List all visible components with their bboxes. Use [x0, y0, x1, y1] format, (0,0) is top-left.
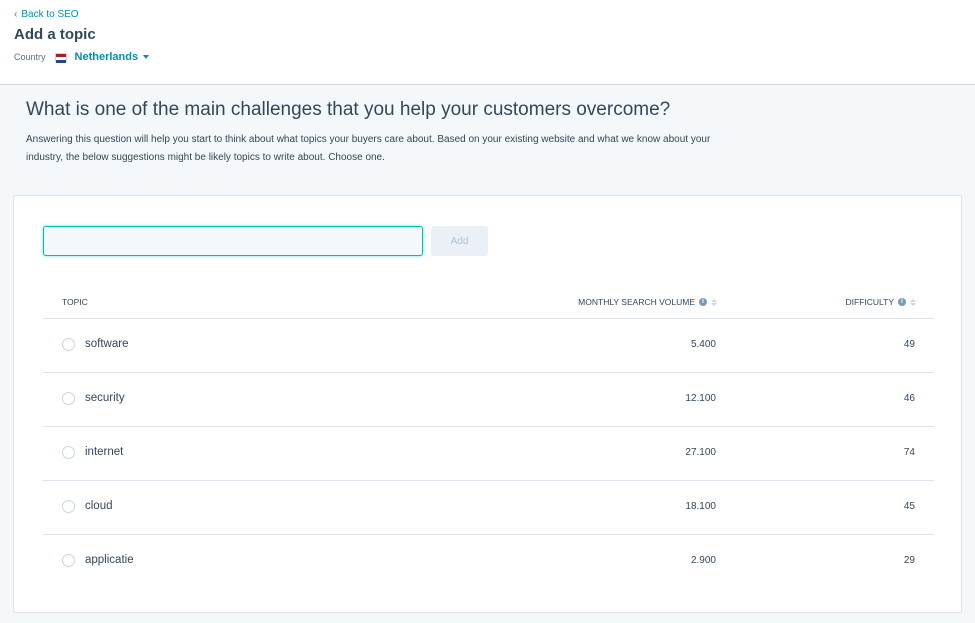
topic-name: software — [85, 338, 129, 350]
table-row[interactable]: security 12.100 46 — [43, 373, 934, 427]
table-row[interactable]: cloud 18.100 45 — [43, 481, 934, 535]
difficulty-score: 49 — [903, 339, 915, 350]
radio-icon[interactable] — [62, 500, 75, 513]
page-title: Add a topic — [14, 26, 96, 43]
caret-down-icon — [143, 55, 150, 59]
table-row[interactable]: applicatie 2.900 29 — [43, 535, 934, 588]
topics-table: TOPIC MONTHLY SEARCH VOLUME i DIFFICULTY… — [43, 286, 934, 588]
search-volume: 12.100 — [685, 393, 716, 404]
table-row[interactable]: software 5.400 49 — [43, 319, 934, 373]
difficulty-score: 45 — [903, 501, 915, 512]
back-link-label: Back to SEO — [21, 9, 79, 20]
country-dropdown[interactable]: Netherlands — [75, 51, 150, 63]
radio-icon[interactable] — [62, 338, 75, 351]
sort-icon[interactable] — [711, 298, 717, 306]
country-value: Netherlands — [74, 51, 139, 63]
search-volume: 5.400 — [690, 339, 716, 350]
topic-name: security — [85, 392, 125, 404]
topic-name: cloud — [85, 500, 113, 512]
question-heading: What is one of the main challenges that … — [26, 99, 671, 120]
info-icon[interactable]: i — [699, 298, 707, 306]
difficulty-score: 29 — [903, 555, 915, 566]
column-header-volume-label: MONTHLY SEARCH VOLUME — [578, 297, 695, 307]
column-header-difficulty[interactable]: DIFFICULTY i — [846, 297, 916, 307]
search-volume: 18.100 — [685, 501, 716, 512]
info-icon[interactable]: i — [898, 298, 906, 306]
search-volume: 27.100 — [685, 447, 716, 458]
difficulty-score: 74 — [903, 447, 915, 458]
topic-name: internet — [85, 446, 124, 458]
question-description: Answering this question will help you st… — [26, 134, 711, 163]
search-volume: 2.900 — [690, 555, 716, 566]
chevron-left-icon: ‹ — [14, 8, 18, 20]
difficulty-score: 46 — [903, 393, 915, 404]
country-label: Country — [14, 52, 46, 62]
topic-input[interactable] — [43, 226, 423, 256]
netherlands-flag-icon — [54, 52, 67, 63]
topic-card: Add TOPIC MONTHLY SEARCH VOLUME i DIFFIC… — [13, 195, 962, 613]
page-header: ‹ Back to SEO Add a topic Country Nether… — [0, 0, 975, 85]
country-row: Country Netherlands — [14, 51, 150, 63]
column-header-topic: TOPIC — [62, 297, 88, 307]
column-header-volume[interactable]: MONTHLY SEARCH VOLUME i — [578, 297, 717, 307]
radio-icon[interactable] — [62, 554, 75, 567]
column-header-difficulty-label: DIFFICULTY — [845, 297, 894, 307]
radio-icon[interactable] — [62, 392, 75, 405]
table-header: TOPIC MONTHLY SEARCH VOLUME i DIFFICULTY… — [43, 286, 934, 319]
sort-icon[interactable] — [910, 298, 916, 306]
table-row[interactable]: internet 27.100 74 — [43, 427, 934, 481]
back-link[interactable]: ‹ Back to SEO — [14, 9, 79, 20]
radio-icon[interactable] — [62, 446, 75, 459]
topic-name: applicatie — [85, 554, 134, 566]
add-button[interactable]: Add — [431, 226, 488, 256]
